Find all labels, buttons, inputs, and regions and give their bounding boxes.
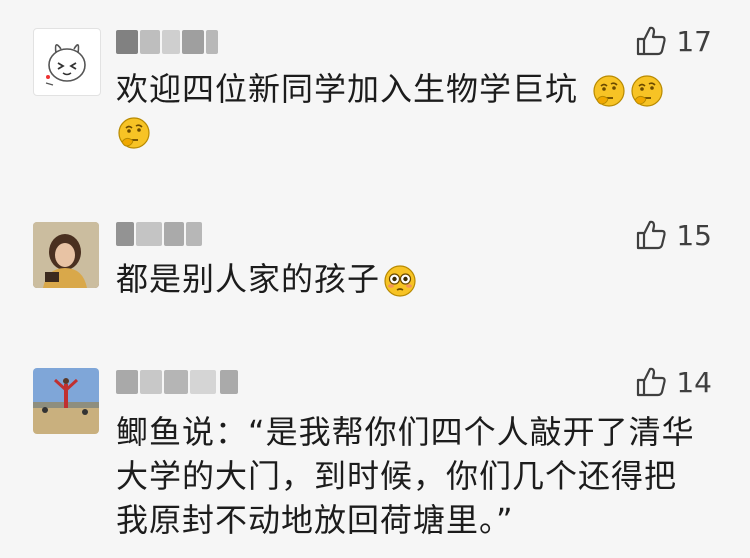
comment-text-line: 大学的大门，到时候，你们几个还得把	[116, 457, 678, 495]
thumbs-up-icon	[634, 218, 668, 252]
like-button[interactable]: 15	[634, 218, 712, 252]
comment-text-line: 我原封不动地放回荷塘里。”	[116, 501, 514, 539]
comment-text-content: 都是别人家的孩子	[116, 260, 381, 298]
comment-item: 17 欢迎四位新同学加入生物学巨坑	[0, 0, 750, 200]
like-count: 15	[676, 218, 712, 252]
woman-photo-avatar-icon	[33, 222, 99, 288]
avatar[interactable]	[33, 28, 101, 96]
username-blurred[interactable]	[116, 370, 256, 394]
thinking-face-emoji-icon	[116, 115, 152, 151]
flushed-face-emoji-icon	[382, 263, 418, 299]
thumbs-up-icon	[634, 24, 668, 58]
thinking-face-emoji-icon	[629, 73, 665, 109]
cartoon-rabbit-avatar-icon	[45, 44, 86, 86]
thumbs-up-icon	[634, 365, 668, 399]
like-count: 14	[676, 365, 712, 399]
like-button[interactable]: 14	[634, 365, 712, 399]
avatar[interactable]	[33, 368, 99, 434]
avatar[interactable]	[33, 222, 99, 288]
like-button[interactable]: 17	[634, 24, 712, 58]
thinking-face-emoji-icon	[591, 73, 627, 109]
comment-text: 欢迎四位新同学加入生物学巨坑	[116, 68, 716, 152]
comment-text-line: 鲫鱼说：“是我帮你们四个人敲开了清华	[116, 413, 695, 451]
username-blurred[interactable]	[116, 30, 236, 54]
comment-text: 鲫鱼说：“是我帮你们四个人敲开了清华 大学的大门，到时候，你们几个还得把 我原封…	[116, 410, 716, 542]
like-count: 17	[676, 24, 712, 58]
username-blurred[interactable]	[116, 222, 236, 246]
comment-text: 都是别人家的孩子	[116, 258, 716, 300]
beach-photo-avatar-icon	[33, 368, 99, 434]
comment-text-content: 欢迎四位新同学加入生物学巨坑	[116, 70, 579, 108]
